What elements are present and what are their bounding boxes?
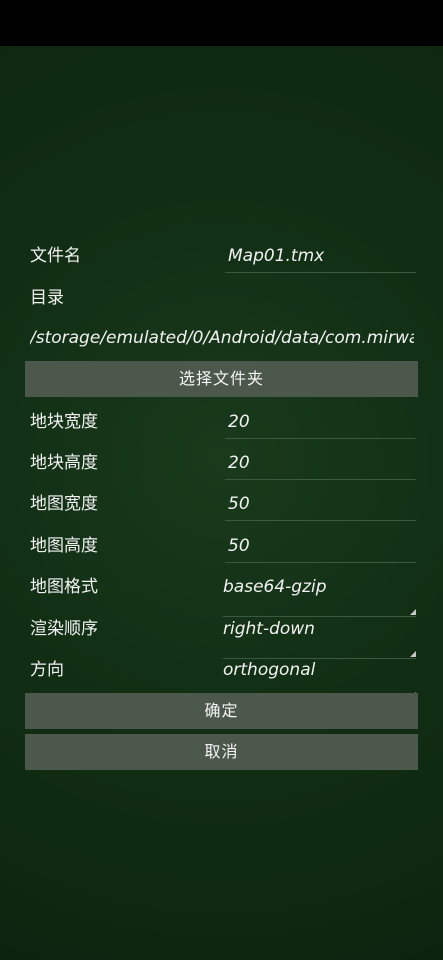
dropdown-arrow-icon [410, 651, 416, 657]
tile-height-label: 地块高度 [30, 453, 98, 473]
orientation-value: orthogonal [223, 660, 316, 680]
map-width-label: 地图宽度 [30, 494, 98, 514]
map-format-underline [223, 616, 416, 617]
render-order-value: right-down [223, 619, 315, 639]
render-order-dropdown[interactable]: right-down [223, 619, 416, 659]
confirm-button[interactable]: 确定 [25, 693, 418, 729]
tile-height-input[interactable]: 20 [228, 453, 250, 473]
map-height-underline [225, 562, 416, 563]
tile-height-underline [225, 479, 416, 480]
map-format-dropdown[interactable]: base64-gzip [223, 577, 416, 617]
tile-width-underline [225, 438, 416, 439]
map-width-input[interactable]: 50 [228, 494, 250, 514]
render-order-label: 渲染顺序 [30, 619, 98, 639]
map-format-label: 地图格式 [30, 577, 98, 597]
directory-path: /storage/emulated/0/Android/data/com.mir… [30, 328, 414, 348]
cancel-button[interactable]: 取消 [25, 734, 418, 770]
dropdown-arrow-icon [410, 609, 416, 615]
directory-label: 目录 [30, 288, 64, 308]
filename-input[interactable]: Map01.tmx [228, 246, 324, 266]
map-width-underline [225, 520, 416, 521]
orientation-label: 方向 [30, 660, 64, 680]
map-height-input[interactable]: 50 [228, 536, 250, 556]
map-height-label: 地图高度 [30, 536, 98, 556]
tile-width-input[interactable]: 20 [228, 412, 250, 432]
filename-underline [225, 272, 416, 273]
filename-label: 文件名 [30, 246, 81, 266]
status-bar [0, 0, 443, 46]
map-format-value: base64-gzip [223, 577, 327, 597]
render-order-underline [223, 658, 416, 659]
select-folder-button[interactable]: 选择文件夹 [25, 361, 418, 397]
tile-width-label: 地块宽度 [30, 412, 98, 432]
